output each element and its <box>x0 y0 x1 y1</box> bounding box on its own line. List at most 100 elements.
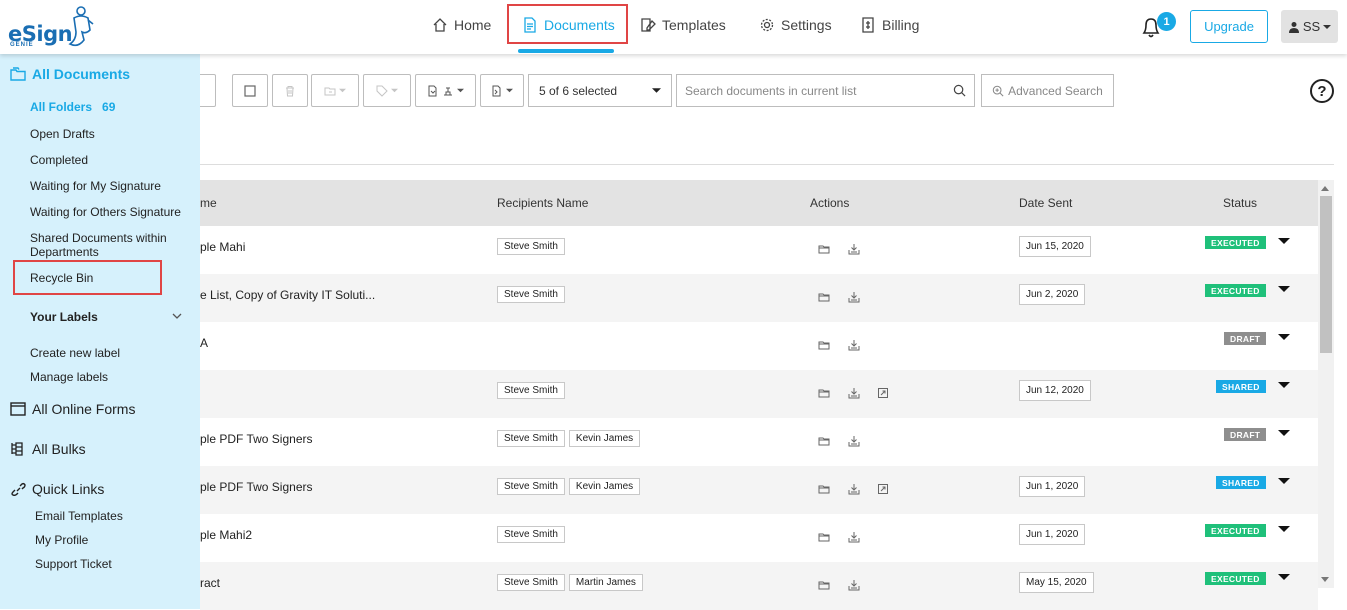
share-link-icon[interactable] <box>877 483 889 495</box>
search-icon[interactable] <box>953 84 966 97</box>
nav-templates-label: Templates <box>662 17 726 33</box>
help-icon[interactable]: ? <box>1310 79 1334 103</box>
sidebar-quick-links[interactable]: Quick Links <box>10 481 104 497</box>
quick-link-email-templates[interactable]: Email Templates <box>35 509 123 523</box>
open-folder-icon[interactable] <box>818 243 830 255</box>
scroll-up-arrow[interactable] <box>1321 186 1329 191</box>
sidebar-item-waiting-for-others-signature[interactable]: Waiting for Others Signature <box>30 205 181 219</box>
row-menu-caret-icon[interactable] <box>1278 286 1290 292</box>
nav-home[interactable]: Home <box>432 14 491 36</box>
download-icon[interactable] <box>848 531 860 543</box>
stamp-icon <box>444 87 452 95</box>
row-menu-caret-icon[interactable] <box>1278 382 1290 388</box>
your-labels-toggle[interactable]: Your Labels <box>30 310 182 324</box>
sidebar-all-bulks[interactable]: All Bulks <box>10 441 86 457</box>
create-new-label-link[interactable]: Create new label <box>30 346 120 360</box>
document-name[interactable]: ple PDF Two Signers <box>200 480 313 494</box>
table-row[interactable]: ple PDF Two Signers Steve Smith Kevin Jame… <box>200 418 1318 466</box>
table-row[interactable]: ract Steve Smith Martin James May 15, 2020 E… <box>200 562 1318 610</box>
open-folder-icon[interactable] <box>818 435 830 447</box>
search-input[interactable] <box>685 83 935 98</box>
date-sent: Jun 12, 2020 <box>1019 380 1091 401</box>
sidebar-item-open-drafts[interactable]: Open Drafts <box>30 127 95 141</box>
user-menu-button[interactable]: SS <box>1281 10 1338 43</box>
table-row[interactable]: A DRAFT <box>200 322 1318 370</box>
upgrade-button[interactable]: Upgrade <box>1190 10 1268 43</box>
open-folder-icon[interactable] <box>818 339 830 351</box>
sidebar-all-online-forms[interactable]: All Online Forms <box>10 401 135 417</box>
divider <box>200 164 1334 165</box>
row-menu-caret-icon[interactable] <box>1278 334 1290 340</box>
caret-down-icon <box>391 88 398 93</box>
download-icon[interactable] <box>848 339 860 351</box>
download-icon[interactable] <box>848 435 860 447</box>
delete-button[interactable] <box>272 74 308 107</box>
move-to-folder-button[interactable] <box>311 74 359 107</box>
table-row[interactable]: e List, Copy of Gravity IT Soluti... Stev… <box>200 274 1318 322</box>
open-folder-icon[interactable] <box>818 387 830 399</box>
document-actions-button[interactable] <box>480 74 524 107</box>
document-name[interactable]: ple Mahi <box>200 240 245 254</box>
open-folder-icon[interactable] <box>818 291 830 303</box>
recipient-chip: Steve Smith <box>497 286 565 303</box>
sidebar-item-completed[interactable]: Completed <box>30 153 88 167</box>
column-header-recipients[interactable]: Recipients Name <box>497 196 588 210</box>
recipient-chip: Steve Smith <box>497 430 565 447</box>
table-row[interactable]: ple PDF Two Signers Steve Smith Kevin Jame… <box>200 466 1318 514</box>
row-menu-caret-icon[interactable] <box>1278 478 1290 484</box>
document-name[interactable]: ract <box>200 576 220 590</box>
download-icon[interactable] <box>848 387 860 399</box>
recipient-chip: Steve Smith <box>497 478 565 495</box>
esign-genie-logo[interactable]: eSign GENIE <box>8 4 98 50</box>
document-name[interactable]: A <box>200 336 208 350</box>
manage-labels-link[interactable]: Manage labels <box>30 370 108 384</box>
recipient-chip: Steve Smith <box>497 526 565 543</box>
row-menu-caret-icon[interactable] <box>1278 238 1290 244</box>
document-name[interactable]: ple PDF Two Signers <box>200 432 313 446</box>
row-menu-caret-icon[interactable] <box>1278 430 1290 436</box>
date-sent: Jun 2, 2020 <box>1019 284 1086 305</box>
sidebar-all-bulks-label: All Bulks <box>32 441 86 457</box>
download-icon[interactable] <box>848 291 860 303</box>
quick-link-support-ticket[interactable]: Support Ticket <box>35 557 112 571</box>
caret-down-icon <box>506 88 513 93</box>
nav-billing[interactable]: Billing <box>860 14 919 36</box>
column-header-date-sent[interactable]: Date Sent <box>1019 196 1072 210</box>
quick-link-my-profile[interactable]: My Profile <box>35 533 88 547</box>
nav-billing-label: Billing <box>882 17 920 33</box>
scroll-down-arrow[interactable] <box>1321 577 1329 582</box>
share-link-icon[interactable] <box>877 387 889 399</box>
sidebar-item-shared-documents[interactable]: Shared Documents within Departments <box>30 231 180 259</box>
download-icon[interactable] <box>848 243 860 255</box>
document-name[interactable]: ple Mahi2 <box>200 528 252 542</box>
sidebar-item-all-folders[interactable]: All Folders 69 <box>30 100 115 114</box>
selection-dropdown[interactable]: 5 of 6 selected <box>528 74 672 107</box>
folder-count: 69 <box>102 100 116 114</box>
export-button[interactable] <box>415 74 476 107</box>
select-all-checkbox[interactable] <box>232 74 268 107</box>
advanced-search-button[interactable]: Advanced Search <box>981 74 1114 107</box>
open-folder-icon[interactable] <box>818 579 830 591</box>
column-header-name[interactable]: me <box>200 196 217 210</box>
label-button[interactable] <box>363 74 411 107</box>
table-row[interactable]: ple Mahi2 Steve Smith Jun 1, 2020 EXECUTED <box>200 514 1318 562</box>
download-icon[interactable] <box>848 579 860 591</box>
download-icon[interactable] <box>848 483 860 495</box>
active-nav-indicator <box>518 49 614 53</box>
status-badge: DRAFT <box>1224 332 1267 345</box>
nav-settings[interactable]: Settings <box>759 14 832 36</box>
column-header-status[interactable]: Status <box>1223 196 1257 210</box>
sidebar-item-waiting-for-my-signature[interactable]: Waiting for My Signature <box>30 179 161 193</box>
scrollbar-thumb[interactable] <box>1320 196 1332 353</box>
row-menu-caret-icon[interactable] <box>1278 526 1290 532</box>
recipient-chip: Kevin James <box>568 478 641 495</box>
row-menu-caret-icon[interactable] <box>1278 574 1290 580</box>
table-row[interactable]: ple Mahi Steve Smith Jun 15, 2020 EXECUTED <box>200 226 1318 274</box>
sidebar-all-documents[interactable]: All Documents <box>10 66 130 82</box>
nav-templates[interactable]: Templates <box>640 14 726 36</box>
caret-down-icon <box>457 88 464 93</box>
open-folder-icon[interactable] <box>818 531 830 543</box>
document-name[interactable]: e List, Copy of Gravity IT Soluti... <box>200 288 375 302</box>
open-folder-icon[interactable] <box>818 483 830 495</box>
table-row[interactable]: Steve Smith Jun 12, 2020 SHARED <box>200 370 1318 418</box>
